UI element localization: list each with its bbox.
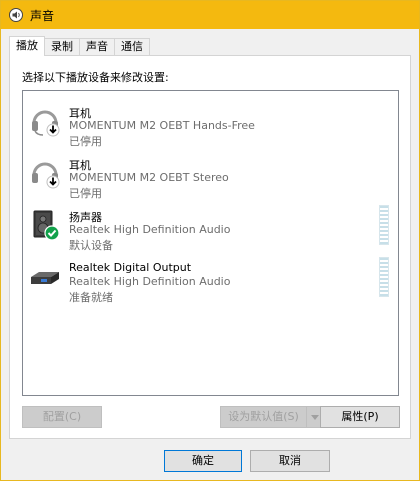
list-item-headphones-stereo[interactable]: 耳机 MOMENTUM M2 OEBT Stereo 已停用 (23, 147, 398, 200)
headphones-icon (29, 157, 61, 189)
list-item-headset-handsfree[interactable]: 耳机 MOMENTUM M2 OEBT Hands-Free 已停用 (23, 95, 398, 148)
instruction-text: 选择以下播放设备来修改设置: (22, 71, 169, 84)
list-item-speakers[interactable]: 扬声器 Realtek High Definition Audio 默认设备 (23, 199, 398, 252)
device-status: 准备就绪 (69, 291, 113, 304)
device-description: MOMENTUM M2 OEBT Hands-Free (69, 119, 255, 132)
set-default-button[interactable]: 设为默认值(S) (220, 406, 307, 428)
speaker-app-icon (8, 7, 24, 23)
title-bar[interactable]: 声音 (1, 1, 419, 29)
cancel-button[interactable]: 取消 (250, 450, 330, 472)
device-description: MOMENTUM M2 OEBT Stereo (69, 171, 229, 184)
digital-output-icon (29, 261, 61, 293)
device-description: Realtek High Definition Audio (69, 223, 231, 236)
tab-sounds[interactable]: 声音 (79, 38, 115, 56)
speaker-icon (29, 209, 61, 241)
properties-button[interactable]: 属性(P) (320, 406, 400, 428)
device-description: Realtek High Definition Audio (69, 275, 231, 288)
tab-playback[interactable]: 播放 (9, 36, 45, 56)
ok-button[interactable]: 确定 (164, 450, 242, 472)
configure-button[interactable]: 配置(C) (22, 406, 102, 428)
volume-level-meter (379, 205, 389, 245)
tab-strip: 播放 录制 声音 通信 (9, 36, 150, 56)
tab-recording[interactable]: 录制 (44, 38, 80, 56)
tab-communications[interactable]: 通信 (114, 38, 150, 56)
volume-level-meter (379, 257, 389, 297)
headset-icon (29, 105, 61, 137)
chevron-down-icon (311, 411, 319, 424)
list-item-digital-output[interactable]: Realtek Digital Output Realtek High Defi… (23, 251, 398, 304)
device-list[interactable]: 耳机 MOMENTUM M2 OEBT Hands-Free 已停用 耳机 MO… (22, 90, 399, 396)
playback-panel: 选择以下播放设备来修改设置: 耳机 MOMENTUM M2 OEBT Hands… (9, 55, 411, 439)
sound-dialog: 声音 播放 录制 声音 通信 选择以下播放设备来修改设置: 耳机 MOMENTU… (0, 0, 420, 481)
device-name: Realtek Digital Output (69, 261, 192, 274)
window-title: 声音 (30, 8, 55, 23)
